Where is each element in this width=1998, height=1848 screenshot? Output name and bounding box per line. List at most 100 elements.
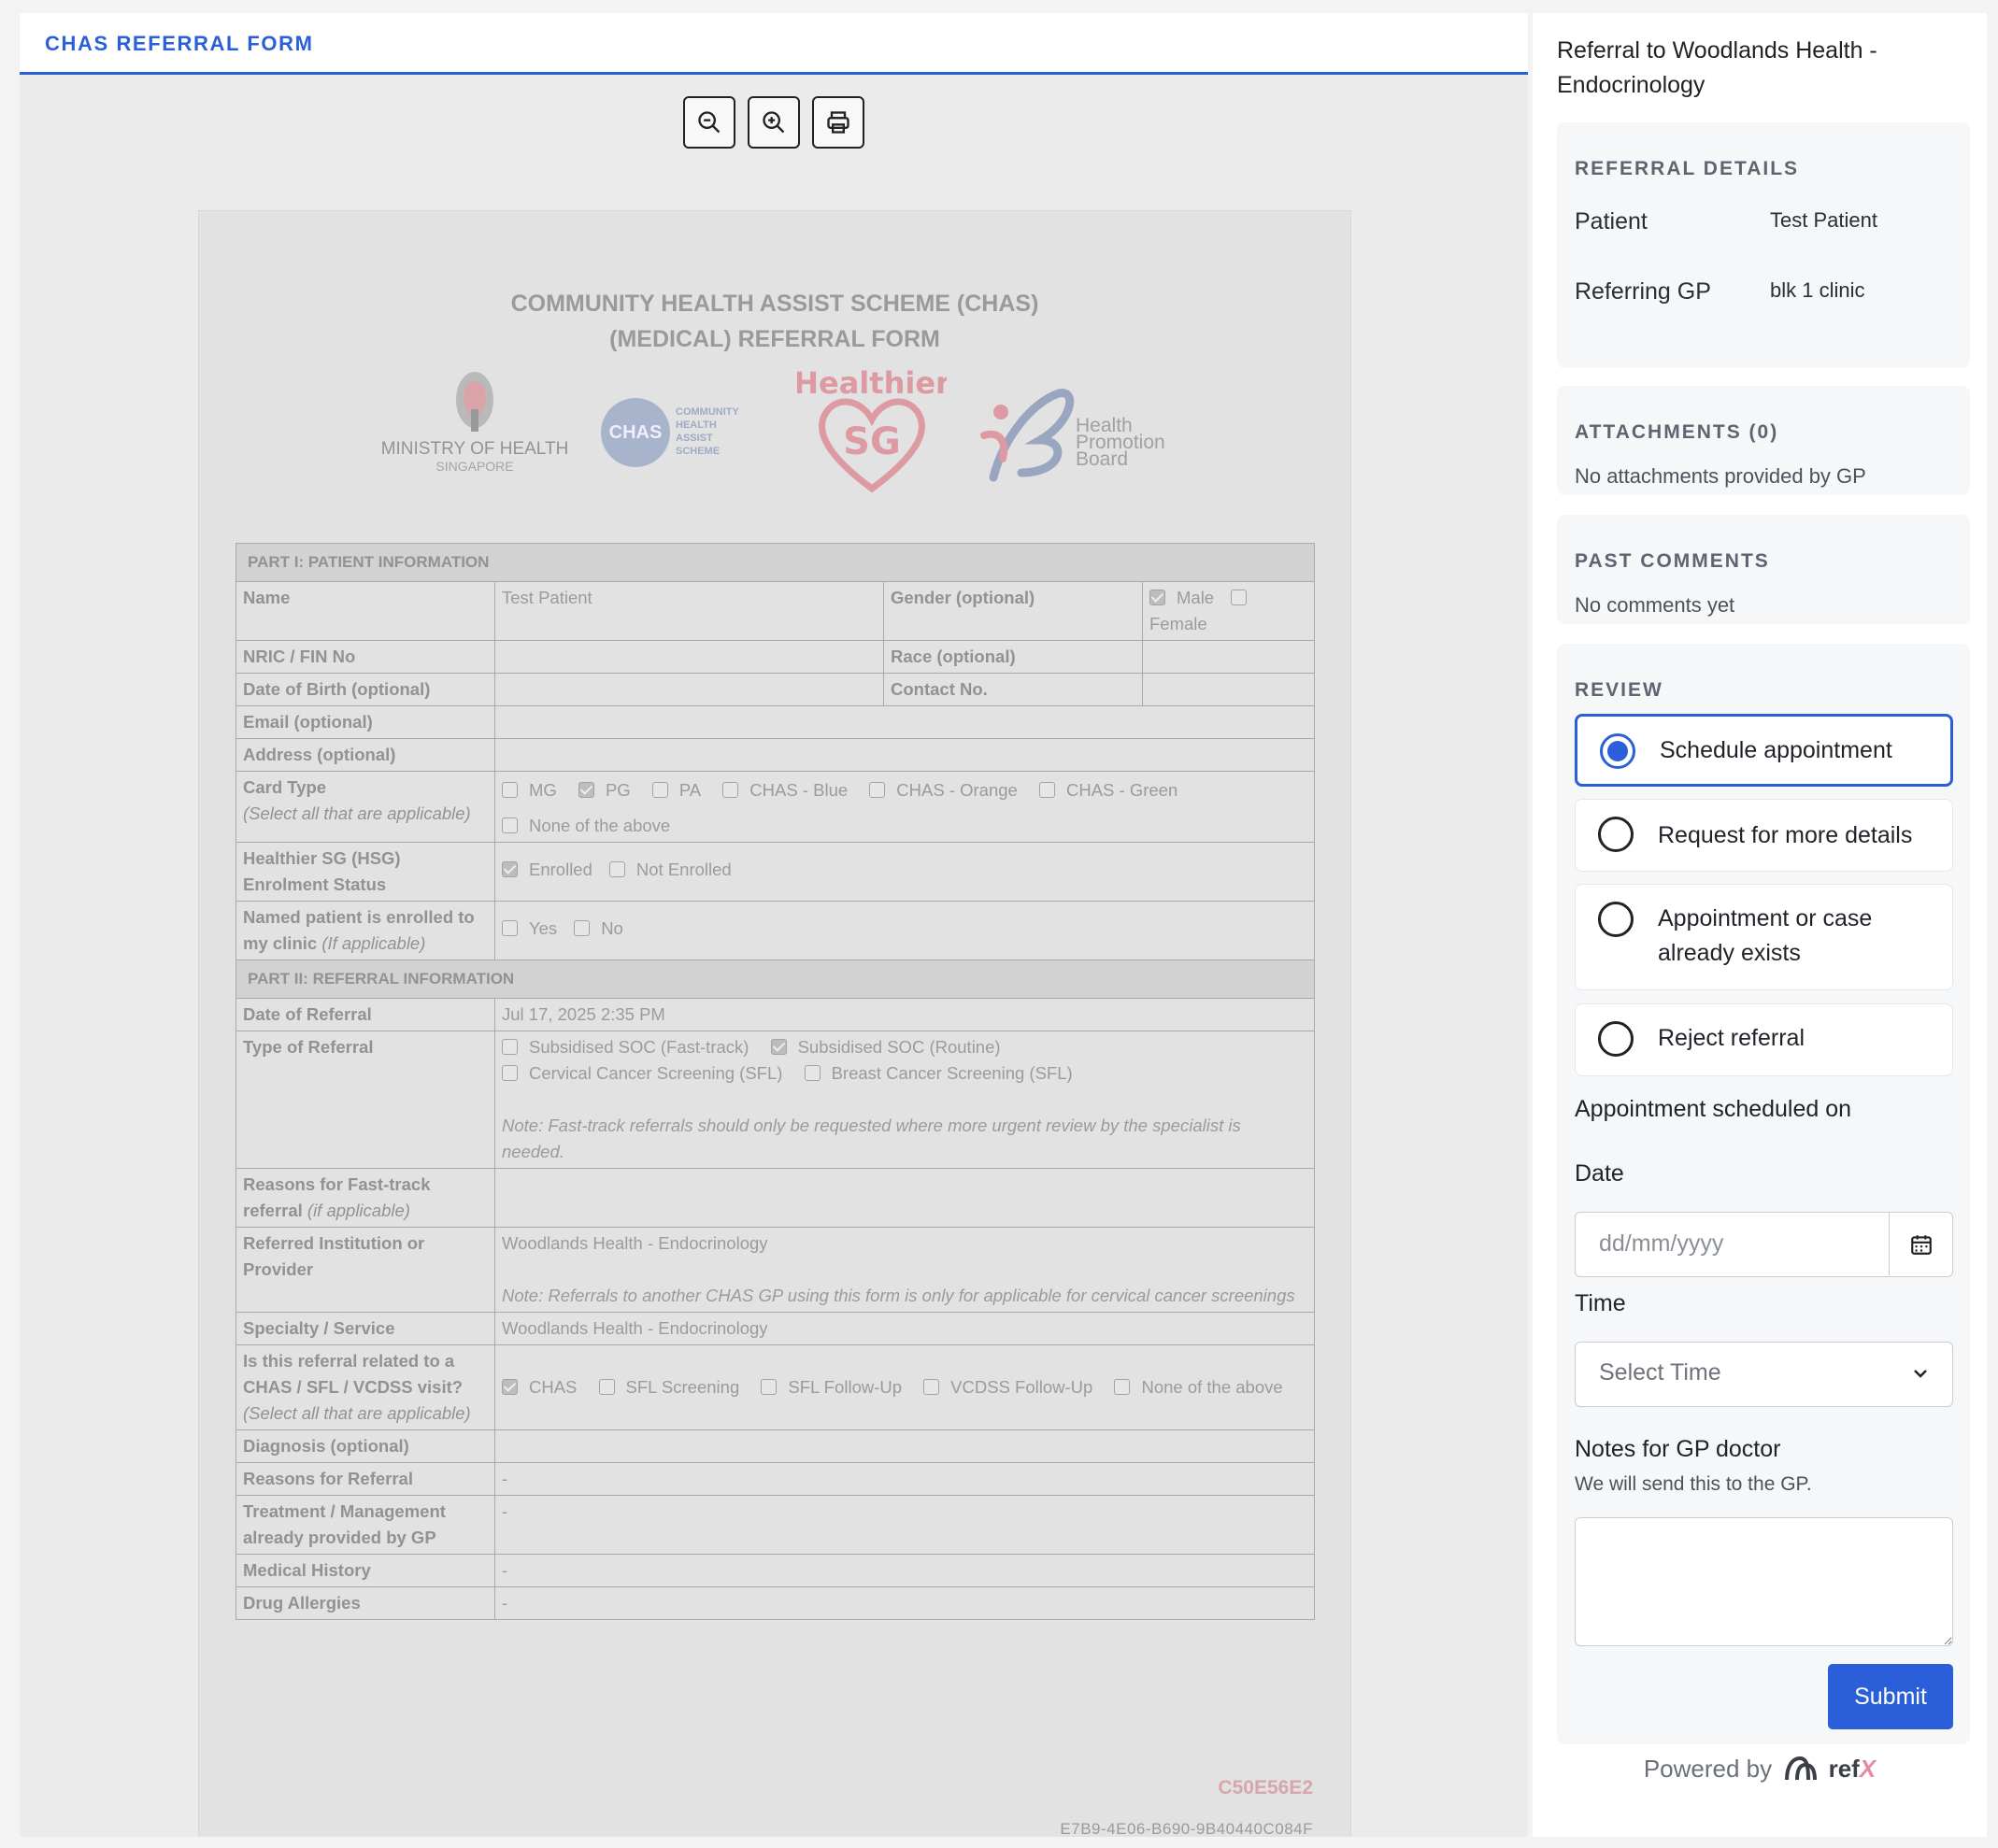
past-comments-card: PAST COMMENTS No comments yet (1557, 515, 1970, 624)
notes-hint: We will send this to the GP. (1575, 1473, 1812, 1495)
option-routine: Subsidised SOC (Routine) (797, 1037, 1001, 1057)
institution-value: Woodlands Health - Endocrinology (502, 1233, 768, 1253)
chas-logo-text: COMMUNITY HEALTH ASSIST SCHEME (676, 405, 739, 458)
moh-crest-icon (456, 372, 493, 432)
print-icon (827, 111, 849, 134)
contact-label: Contact No. (883, 673, 1143, 706)
hpb-swirl-icon (980, 389, 1075, 482)
nric-value (494, 640, 884, 674)
option-request-more-details[interactable]: Request for more details (1575, 799, 1953, 872)
diagnosis-value (494, 1429, 1315, 1463)
dob-value (494, 673, 884, 706)
powered-by-footer: Powered by refX (1533, 1755, 1987, 1784)
checkbox-sfl-screening (598, 1379, 615, 1395)
radio-icon[interactable] (1598, 902, 1634, 937)
option-schedule-label: Schedule appointment (1660, 737, 1892, 763)
hpb-text: Health Promotion Board (1076, 416, 1165, 469)
nric-label: NRIC / FIN No (235, 640, 495, 674)
past-comments-empty-text: No comments yet (1575, 593, 1735, 617)
checkbox-breast (804, 1065, 821, 1081)
radio-icon[interactable] (1598, 817, 1634, 852)
treatment-value: - (494, 1495, 1315, 1555)
date-field[interactable] (1575, 1212, 1953, 1277)
tab-chas-referral-form[interactable]: CHAS REFERRAL FORM (45, 32, 314, 56)
radio-selected-icon[interactable] (1600, 733, 1635, 769)
checkbox-vcdss (923, 1379, 940, 1395)
radio-icon[interactable] (1598, 1021, 1634, 1057)
zoom-in-button[interactable] (748, 96, 800, 149)
option-sfl-screening: SFL Screening (625, 1377, 740, 1397)
reasons-value: - (494, 1462, 1315, 1496)
time-label: Time (1575, 1290, 1626, 1316)
option-cervical: Cervical Cancer Screening (SFL) (529, 1063, 783, 1083)
referral-form-table: PART I: PATIENT INFORMATION Name Test Pa… (235, 543, 1315, 1620)
related-visit-sub: (Select all that are applicable) (243, 1403, 471, 1423)
name-label: Name (235, 581, 495, 641)
address-value (494, 738, 1315, 772)
treatment-label: Treatment / Management already provided … (235, 1495, 495, 1555)
email-label: Email (optional) (235, 705, 495, 739)
print-button[interactable] (812, 96, 864, 149)
zoom-out-button[interactable] (683, 96, 735, 149)
option-already-exists[interactable]: Appointment or case already exists (1575, 884, 1953, 990)
attachments-empty-text: No attachments provided by GP (1575, 464, 1866, 488)
option-chas-blue: CHAS - Blue (749, 780, 849, 800)
checkbox-chas (502, 1379, 518, 1395)
option-pa: PA (678, 780, 702, 800)
checkbox-pg (578, 782, 594, 798)
moh-logo-subtext: SINGAPORE (435, 459, 514, 474)
gender-options: Male Female (1142, 581, 1315, 641)
option-not-enrolled: Not Enrolled (635, 860, 732, 879)
history-label: Medical History (235, 1554, 495, 1587)
hsg-options: Enrolled Not Enrolled (494, 842, 1315, 902)
time-select[interactable]: Select Time (1575, 1342, 1953, 1407)
related-visit-title: Is this referral related to a CHAS / SFL… (243, 1351, 464, 1397)
option-enrolled: Enrolled (529, 860, 592, 879)
date-input[interactable] (1576, 1213, 1889, 1275)
checkbox-fast-track (502, 1039, 518, 1055)
option-reject-label: Reject referral (1658, 1025, 1805, 1051)
chas-badge: CHAS (601, 398, 670, 467)
past-comments-header: PAST COMMENTS (1575, 550, 1770, 572)
section-header-part1: PART I: PATIENT INFORMATION (235, 543, 1315, 582)
diagnosis-label: Diagnosis (optional) (235, 1429, 495, 1463)
option-breast: Breast Cancer Screening (SFL) (831, 1063, 1073, 1083)
notes-textarea[interactable] (1575, 1517, 1953, 1646)
time-select-value: Select Time (1599, 1359, 1721, 1386)
zoom-out-icon (698, 111, 721, 134)
checkbox-yes (502, 920, 518, 936)
chas-text-2: HEALTH (676, 419, 717, 431)
form-uuid: E7B9-4E06-B690-9B40440C084F (1060, 1820, 1313, 1837)
sg-text: SG (843, 420, 901, 463)
option-exists-label: Appointment or case already exists (1658, 905, 1873, 966)
option-more-label: Request for more details (1658, 822, 1913, 848)
chevron-down-icon (1914, 1370, 1927, 1378)
institution-note: Note: Referrals to another CHAS GP using… (502, 1286, 1295, 1305)
address-label: Address (optional) (235, 738, 495, 772)
calendar-button[interactable] (1889, 1213, 1952, 1275)
review-card: REVIEW Schedule appointment Request for … (1557, 644, 1970, 1744)
card-type-sub: (Select all that are applicable) (243, 803, 471, 823)
chas-text-1: COMMUNITY (676, 406, 739, 418)
referral-type-label: Type of Referral (235, 1031, 495, 1169)
section-header-part2: PART II: REFERRAL INFORMATION (235, 960, 1315, 999)
checkbox-chas-orange (869, 782, 886, 798)
logo-row: MINISTRY OF HEALTH SINGAPORE CHAS COMMUN… (199, 365, 1350, 501)
option-vcdss: VCDSS Follow-Up (950, 1377, 1093, 1397)
checkbox-no (574, 920, 591, 936)
fast-track-sub: (if applicable) (307, 1201, 410, 1220)
option-reject-referral[interactable]: Reject referral (1575, 1003, 1953, 1076)
allergy-label: Drug Allergies (235, 1586, 495, 1620)
referral-type-note: Note: Fast-track referrals should only b… (502, 1116, 1241, 1161)
option-schedule-appointment[interactable]: Schedule appointment (1575, 714, 1953, 787)
option-male: Male (1177, 588, 1215, 607)
zoom-in-icon (763, 111, 785, 134)
contact-value (1142, 673, 1315, 706)
form-title-line2: (MEDICAL) REFERRAL FORM (609, 326, 940, 352)
brand-x-text: X (1859, 1755, 1877, 1783)
card-type-label: Card Type (Select all that are applicable… (235, 771, 495, 843)
referral-details-card: REFERRAL DETAILS Patient Test Patient Re… (1557, 122, 1970, 368)
attachments-card: ATTACHMENTS (0) No attachments provided … (1557, 386, 1970, 495)
related-visit-label: Is this referral related to a CHAS / SFL… (235, 1344, 495, 1430)
submit-button[interactable]: Submit (1828, 1664, 1953, 1729)
